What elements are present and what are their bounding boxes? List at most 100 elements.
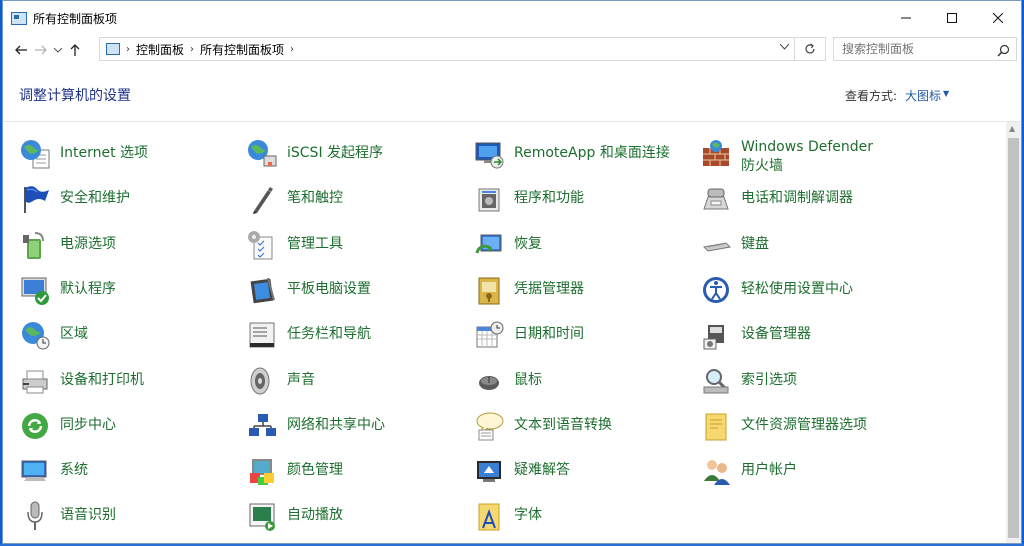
- control-panel-item[interactable]: RemoteApp 和桌面连接: [473, 138, 693, 170]
- control-panel-item-label: 颜色管理: [287, 462, 343, 479]
- control-panel-item[interactable]: 日期和时间: [473, 319, 693, 351]
- up-button[interactable]: [65, 39, 85, 61]
- control-panel-item-label: 程序和功能: [514, 190, 584, 207]
- control-panel-item-label: 设备管理器: [741, 326, 811, 343]
- address-history-button[interactable]: [779, 42, 790, 53]
- control-panel-item-label: 字体: [514, 507, 542, 524]
- control-panel-item-label: 日期和时间: [514, 326, 584, 343]
- control-panel-item-label: 管理工具: [287, 235, 343, 252]
- control-panel-item-label: 声音: [287, 371, 315, 388]
- back-button[interactable]: [11, 39, 31, 61]
- control-panel-item[interactable]: Internet 选项: [19, 138, 239, 170]
- control-panel-item-label: 语音识别: [60, 507, 116, 524]
- control-panel-item[interactable]: 网络和共享中心: [246, 410, 466, 442]
- control-panel-item-label: 网络和共享中心: [287, 416, 385, 433]
- control-panel-item-label: 文本到语音转换: [514, 416, 612, 433]
- control-panel-item-label: 鼠标: [514, 371, 542, 388]
- control-panel-item-label: 平板电脑设置: [287, 280, 371, 297]
- control-panel-item[interactable]: 键盘: [700, 229, 920, 261]
- title-bar[interactable]: 所有控制面板项: [3, 1, 1021, 35]
- control-panel-item[interactable]: 文件资源管理器选项: [700, 410, 920, 442]
- region-icon: [22, 322, 50, 350]
- control-panel-item[interactable]: 语音识别: [19, 500, 239, 532]
- chevron-right-icon[interactable]: ›: [126, 44, 130, 55]
- remote-desktop-icon: [475, 142, 504, 169]
- window-title: 所有控制面板项: [33, 11, 118, 26]
- scrollbar-thumb[interactable]: [1008, 138, 1019, 538]
- ease-of-access-icon: [703, 276, 729, 303]
- control-panel-item[interactable]: 鼠标: [473, 365, 693, 397]
- control-panel-item-label: 电话和调制解调器: [741, 190, 853, 207]
- caret-down-icon[interactable]: ▼: [943, 89, 949, 98]
- refresh-icon: [805, 43, 815, 54]
- control-panel-item[interactable]: 用户帐户: [700, 455, 920, 487]
- control-panel-item[interactable]: 同步中心: [19, 410, 239, 442]
- control-panel-item[interactable]: 设备管理器: [700, 319, 920, 351]
- control-panel-item[interactable]: 平板电脑设置: [246, 274, 466, 306]
- control-panel-item-label: 键盘: [741, 235, 769, 252]
- phone-icon: [703, 188, 729, 210]
- address-bar[interactable]: › 控制面板 › 所有控制面板项 ›: [99, 37, 826, 61]
- control-panel-item[interactable]: 索引选项: [700, 365, 920, 397]
- forward-button[interactable]: [31, 39, 51, 61]
- network-icon: [249, 413, 276, 436]
- calendar-clock-icon: [476, 321, 504, 348]
- control-panel-item[interactable]: 电源选项: [19, 229, 239, 261]
- control-panel-item[interactable]: 设备和打印机: [19, 365, 239, 397]
- control-panel-item[interactable]: 安全和维护: [19, 183, 239, 215]
- power-icon: [23, 231, 44, 259]
- chevron-down-icon: [779, 43, 790, 50]
- tablet-icon: [250, 277, 275, 304]
- control-panel-item[interactable]: 字体: [473, 500, 693, 532]
- control-panel-item-label: 安全和维护: [60, 190, 130, 207]
- control-panel-item-label: 电源选项: [60, 235, 116, 252]
- control-panel-item[interactable]: 管理工具: [246, 229, 466, 261]
- search-box[interactable]: [833, 37, 1017, 61]
- control-panel-item[interactable]: 任务栏和导航: [246, 319, 466, 351]
- user-accounts-icon: [704, 460, 730, 486]
- control-panel-item[interactable]: 轻松使用设置中心: [700, 274, 920, 306]
- view-by-dropdown[interactable]: 大图标: [905, 87, 941, 104]
- recent-locations-button[interactable]: [51, 39, 65, 61]
- control-panel-item[interactable]: 声音: [246, 365, 466, 397]
- close-button[interactable]: [975, 1, 1021, 35]
- control-panel-item[interactable]: 自动播放: [246, 500, 466, 532]
- control-panel-item[interactable]: 默认程序: [19, 274, 239, 306]
- vertical-scrollbar[interactable]: ▲: [1006, 122, 1021, 543]
- control-panel-item[interactable]: 系统: [19, 455, 239, 487]
- control-panel-item[interactable]: 文本到语音转换: [473, 410, 693, 442]
- control-panel-item[interactable]: Windows Defender 防火墙: [700, 138, 890, 176]
- control-panel-item-label: 区域: [60, 326, 88, 343]
- control-panel-item[interactable]: 程序和功能: [473, 183, 693, 215]
- control-panel-item[interactable]: 电话和调制解调器: [700, 183, 920, 215]
- minimize-button[interactable]: [883, 1, 929, 35]
- minimize-icon: [901, 17, 911, 19]
- mouse-icon: [479, 375, 499, 390]
- control-panel-item-label: Windows Defender 防火墙: [741, 139, 874, 174]
- control-panel-item-label: 系统: [60, 462, 88, 479]
- control-panel-item-label: 文件资源管理器选项: [741, 416, 867, 433]
- control-panel-item[interactable]: iSCSI 发起程序: [246, 138, 466, 170]
- maximize-icon: [947, 13, 957, 23]
- breadcrumb-control-panel[interactable]: 控制面板: [136, 41, 184, 58]
- refresh-button[interactable]: [794, 37, 825, 61]
- chevron-right-icon[interactable]: ›: [290, 44, 294, 55]
- chevron-right-icon[interactable]: ›: [190, 44, 194, 55]
- control-panel-item[interactable]: 区域: [19, 319, 239, 351]
- search-input[interactable]: [840, 41, 994, 57]
- control-panel-item[interactable]: 恢复: [473, 229, 693, 261]
- breadcrumb-all-items[interactable]: 所有控制面板项: [200, 41, 284, 58]
- control-panel-window: 所有控制面板项 › 控制面板 › 所有控制面板项 › 搜索控制面板 调整计算机的…: [2, 0, 1022, 544]
- chevron-down-icon: [54, 47, 62, 53]
- search-icon[interactable]: [997, 42, 1010, 61]
- control-panel-item[interactable]: 笔和触控: [246, 183, 466, 215]
- page-header: 调整计算机的设置 查看方式: 大图标 ▼: [3, 67, 1021, 122]
- control-panel-item[interactable]: 疑难解答: [473, 455, 693, 487]
- control-panel-item[interactable]: 凭据管理器: [473, 274, 693, 306]
- default-programs-icon: [21, 277, 49, 305]
- maximize-button[interactable]: [929, 1, 975, 35]
- control-panel-item[interactable]: 颜色管理: [246, 455, 466, 487]
- scroll-up-icon[interactable]: ▲: [1009, 124, 1015, 133]
- troubleshoot-icon: [477, 461, 501, 483]
- printer-icon: [22, 370, 48, 393]
